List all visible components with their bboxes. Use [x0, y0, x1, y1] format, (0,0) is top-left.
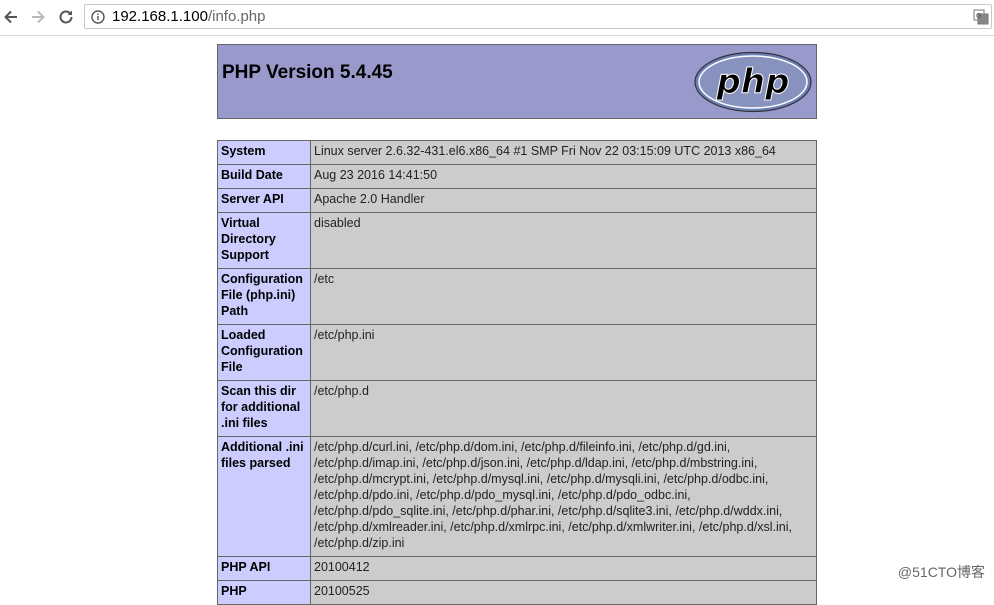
row-label: Virtual Directory Support	[217, 212, 311, 269]
row-label: Loaded Configuration File	[217, 324, 311, 381]
php-logo-text: php	[716, 62, 790, 102]
row-value: Linux server 2.6.32-431.el6.x86_64 #1 SM…	[310, 140, 817, 165]
row-label: Server API	[217, 188, 311, 213]
row-value: /etc/php.ini	[310, 324, 817, 381]
row-label: PHP API	[217, 556, 311, 581]
row-value: Apache 2.0 Handler	[310, 188, 817, 213]
table-row: Scan this dir for additional .ini files /…	[217, 380, 817, 437]
forward-button[interactable]	[27, 6, 49, 28]
row-value: /etc	[310, 268, 817, 325]
row-label: PHP	[217, 580, 311, 605]
page-title: PHP Version 5.4.45	[222, 62, 393, 83]
svg-text:G: G	[976, 12, 981, 20]
row-label: Configuration File (php.ini) Path	[217, 268, 311, 325]
table-row: Build Date Aug 23 2016 14:41:50	[217, 164, 817, 189]
row-value: /etc/php.d	[310, 380, 817, 437]
row-value: 20100412	[310, 556, 817, 581]
row-label: Additional .ini files parsed	[217, 436, 311, 557]
php-logo-icon[interactable]: php	[693, 51, 813, 113]
table-row: Additional .ini files parsed/etc/php.d/c…	[217, 436, 817, 557]
row-value: 20100525	[310, 580, 817, 605]
row-value: /etc/php.d/curl.ini, /etc/php.d/dom.ini,…	[310, 436, 817, 557]
url-text[interactable]: 192.168.1.100/info.php	[112, 8, 265, 25]
table-row: Server API Apache 2.0 Handler	[217, 188, 817, 213]
back-button[interactable]	[0, 6, 22, 28]
table-row: Virtual Directory Support disabled	[217, 212, 817, 269]
table-row: Configuration File (php.ini) Path/etc	[217, 268, 817, 325]
url-host: 192.168.1.100	[112, 8, 208, 25]
php-version-header: PHP Version 5.4.45 php	[217, 44, 817, 119]
reload-button[interactable]	[55, 6, 77, 28]
info-icon[interactable]	[91, 10, 105, 24]
row-value: Aug 23 2016 14:41:50	[310, 164, 817, 189]
arrow-right-icon	[32, 10, 45, 24]
php-info-table: System Linux server 2.6.32-431.el6.x86_64…	[217, 140, 817, 605]
address-bar[interactable]: 192.168.1.100/info.php G	[84, 4, 992, 29]
browser-toolbar: 192.168.1.100/info.php G	[0, 0, 994, 36]
table-row: PHP API 20100412	[217, 556, 817, 581]
watermark: @51CTO博客	[897, 564, 985, 580]
url-path: /info.php	[207, 8, 266, 25]
row-label: Build Date	[217, 164, 311, 189]
row-value: disabled	[310, 212, 817, 269]
table-row: System Linux server 2.6.32-431.el6.x86_64…	[217, 140, 817, 165]
translate-icon[interactable]: G	[973, 9, 989, 25]
reload-icon	[59, 10, 73, 24]
row-label: Scan this dir for additional .ini files	[217, 380, 311, 437]
arrow-left-icon	[4, 10, 17, 24]
table-row: PHP 20100525	[217, 580, 817, 605]
table-row: Loaded Configuration File/etc/php.ini	[217, 324, 817, 381]
row-label: System	[217, 140, 311, 165]
